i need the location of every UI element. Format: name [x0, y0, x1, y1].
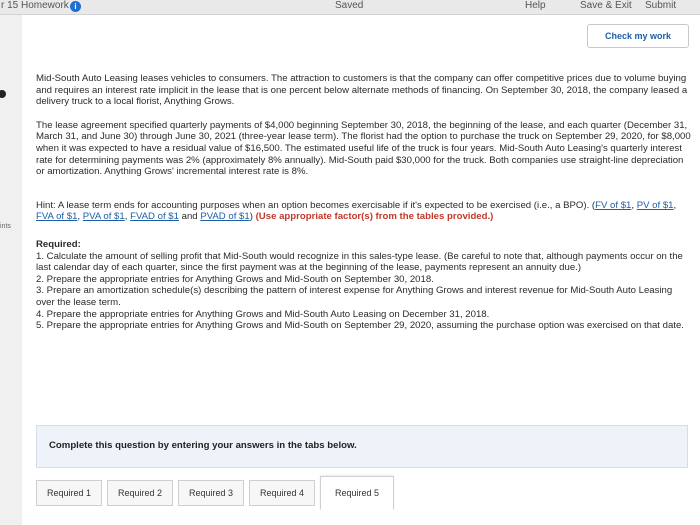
submit-button[interactable]: Submit: [645, 0, 676, 11]
link-and: and: [178, 211, 201, 223]
required-item-2: 2. Prepare the appropriate entries for A…: [36, 273, 434, 285]
required-item-1: 1. Calculate the amount of selling profi…: [36, 250, 683, 274]
points-label: ints: [0, 223, 11, 230]
left-gutter: ints: [0, 15, 22, 525]
tab-required-4[interactable]: Required 4: [249, 480, 315, 506]
tab-required-1[interactable]: Required 1: [36, 480, 102, 506]
instructions-text: Complete this question by entering your …: [49, 440, 357, 451]
tab-required-2[interactable]: Required 2: [107, 480, 173, 506]
saved-status: Saved: [335, 0, 364, 11]
link-pv-of-1[interactable]: PV of $1: [637, 200, 674, 211]
save-exit-button[interactable]: Save & Exit: [580, 0, 632, 11]
required-item-3: 3. Prepare an amortization schedule(s) d…: [36, 285, 673, 308]
required-tabs: Required 1 Required 2 Required 3 Require…: [36, 476, 696, 525]
hint-emphasis: (Use appropriate factor(s) from the tabl…: [255, 211, 494, 223]
link-fva-of-1[interactable]: FVA of $1: [36, 211, 77, 222]
question-marker-icon: [0, 90, 6, 98]
tab-required-3[interactable]: Required 3: [178, 480, 244, 506]
hint-prefix: Hint: A lease term ends for accounting p…: [36, 199, 596, 211]
required-item-4: 4. Prepare the appropriate entries for A…: [36, 308, 490, 320]
check-my-work-button[interactable]: Check my work: [587, 24, 689, 48]
lease-agreement-text: The lease agreement specified quarterly …: [36, 119, 691, 178]
required-item-5: 5. Prepare the appropriate entries for A…: [36, 320, 684, 332]
info-icon[interactable]: i: [70, 1, 81, 12]
link-fv-of-1[interactable]: FV of $1: [595, 200, 631, 211]
required-heading: Required:: [36, 238, 81, 250]
assignment-title: r 15 Homework: [1, 0, 69, 11]
problem-intro: Mid-South Auto Leasing leases vehicles t…: [36, 73, 688, 108]
top-bar: r 15 Homework i Saved Help Save & Exit S…: [0, 0, 700, 15]
instructions-box: Complete this question by entering your …: [36, 425, 688, 468]
link-separator: ,: [673, 199, 677, 211]
hint-text: Hint: A lease term ends for accounting p…: [36, 200, 691, 223]
link-fvad-of-1[interactable]: FVAD of $1: [130, 211, 179, 222]
link-pvad-of-1[interactable]: PVAD of $1: [200, 211, 249, 222]
tab-required-5[interactable]: Required 5: [320, 476, 394, 510]
problem-content: Mid-South Auto Leasing leases vehicles t…: [36, 73, 691, 332]
link-pva-of-1[interactable]: PVA of $1: [83, 211, 125, 222]
help-button[interactable]: Help: [525, 0, 546, 11]
